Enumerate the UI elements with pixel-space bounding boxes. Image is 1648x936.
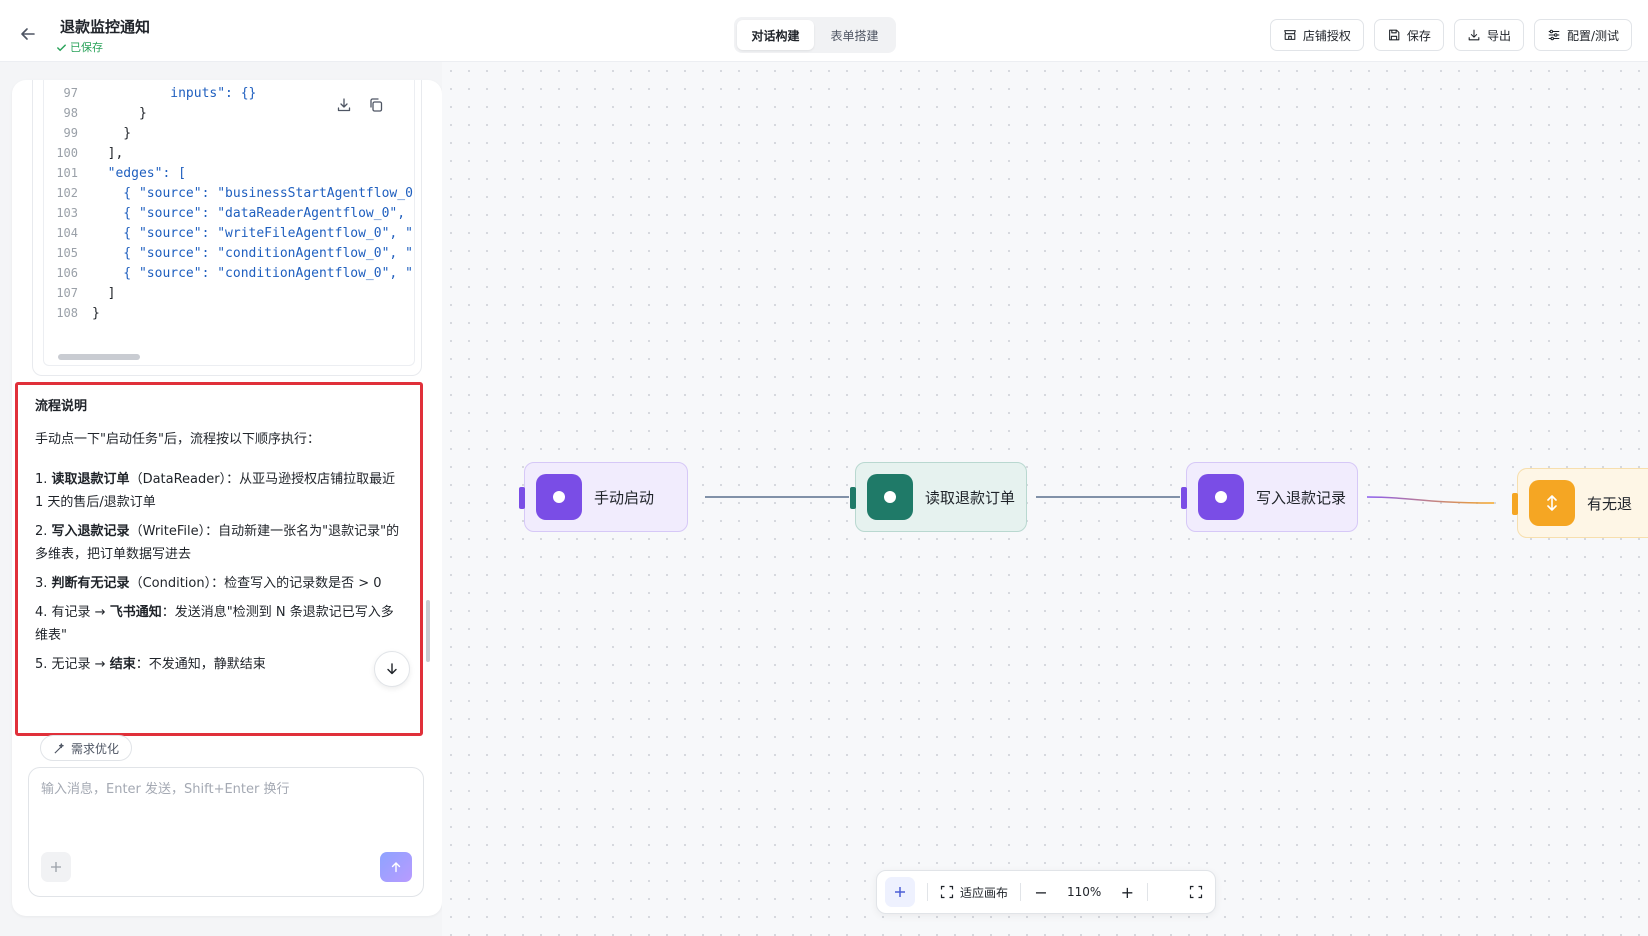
check-icon	[57, 43, 66, 51]
node-has-records-condition[interactable]: 有无退	[1512, 468, 1648, 538]
code-horizontal-scrollbar[interactable]	[58, 354, 140, 360]
node-manual-start[interactable]: 手动启动	[519, 462, 688, 532]
chat-panel: 97 inputs": {} 98 } 99 } 100 ], 101 "edg…	[12, 80, 442, 916]
zoom-out-button[interactable]: −	[1033, 883, 1049, 902]
node-label: 读取退款订单	[925, 488, 1016, 507]
write-dot-icon	[1198, 474, 1244, 520]
canvas-toolbar: 适应画布 − 110% +	[876, 870, 1216, 914]
code-line: 104 { "source": "writeFileAgentflow_0", …	[56, 226, 415, 241]
mode-tabs: 对话构建 表单搭建	[734, 17, 896, 53]
explanation-step: 5. 无记录 → 结束：不发通知，静默结束	[35, 657, 266, 672]
node-label: 有无退	[1587, 494, 1633, 513]
code-download-icon[interactable]	[333, 94, 355, 116]
code-line: 106 { "source": "conditionAgentflow_0", …	[56, 266, 415, 281]
code-copy-icon[interactable]	[365, 94, 387, 116]
node-input-port[interactable]	[519, 487, 525, 509]
code-line: 97 inputs": {}	[63, 86, 257, 101]
magic-wand-icon	[54, 742, 64, 754]
code-tools	[333, 94, 387, 116]
code-line: 98 }	[63, 106, 147, 121]
store-auth-label: 店铺授权	[1302, 28, 1351, 43]
config-test-button[interactable]: 配置/测试	[1533, 19, 1632, 51]
fit-canvas-label: 适应画布	[960, 885, 1009, 900]
flow-explanation: 流程说明 手动点一下"启动任务"后，流程按以下顺序执行： 1. 读取退款订单（D…	[15, 382, 423, 736]
code-line: 103 { "source": "dataReaderAgentflow_0",…	[56, 206, 415, 221]
saved-status: 已保存	[56, 39, 103, 55]
send-button[interactable]	[380, 852, 412, 882]
explanation-step: 2. 写入退款记录（WriteFile）：自动新建一张名为"退款记录"的多维表，…	[35, 524, 400, 562]
code-line: 102 { "source": "businessStartAgentflow_…	[56, 186, 415, 201]
export-label: 导出	[1486, 28, 1511, 43]
data-dot-icon	[867, 474, 913, 520]
edge-write-to-condition	[1366, 496, 1495, 504]
divider	[927, 883, 928, 901]
code-line: 105 { "source": "conditionAgentflow_0", …	[56, 246, 415, 261]
message-composer	[28, 767, 424, 897]
scroll-to-bottom-button[interactable]	[374, 651, 410, 687]
condition-icon	[1529, 480, 1575, 526]
fit-canvas-button[interactable]: 适应画布	[940, 884, 1008, 901]
code-line: 101 "edges": [	[56, 166, 186, 181]
saved-status-label: 已保存	[70, 41, 103, 54]
code-viewer[interactable]: 97 inputs": {} 98 } 99 } 100 ], 101 "edg…	[43, 80, 415, 366]
store-icon	[1284, 30, 1296, 40]
export-button[interactable]: 导出	[1453, 19, 1524, 51]
code-block: 97 inputs": {} 98 } 99 } 100 ], 101 "edg…	[32, 80, 422, 376]
message-input[interactable]	[41, 778, 411, 838]
code-line: 99 }	[63, 126, 132, 141]
tab-dialog-build[interactable]: 对话构建	[737, 20, 814, 50]
add-node-button[interactable]	[885, 877, 915, 907]
zoom-level: 110%	[1067, 885, 1102, 899]
save-label: 保存	[1406, 28, 1431, 43]
save-button[interactable]: 保存	[1373, 19, 1444, 51]
back-arrow-icon[interactable]	[18, 24, 38, 44]
node-read-refund-orders[interactable]: 读取退款订单	[850, 462, 1027, 532]
play-dot-icon	[536, 474, 582, 520]
flow-canvas[interactable]: 手动启动 读取退款订单 写入退款记录 有无退	[442, 62, 1648, 936]
explanation-intro: 手动点一下"启动任务"后，流程按以下顺序执行：	[35, 432, 320, 447]
chip-label: 需求优化	[71, 741, 120, 756]
code-line: 107 ]	[56, 286, 116, 301]
explanation-step: 1. 读取退款订单（DataReader）：从亚马逊授权店铺拉取最近 1 天的售…	[35, 472, 396, 510]
arrow-down-icon	[387, 663, 397, 675]
node-input-port[interactable]	[1512, 493, 1518, 515]
divider	[1020, 883, 1022, 901]
explanation-heading: 流程说明	[35, 399, 88, 414]
add-attachment-button[interactable]	[41, 852, 71, 882]
header-actions: 店铺授权 保存 导出 配置/测试	[1269, 19, 1632, 51]
divider	[1147, 883, 1149, 901]
arrow-up-icon	[391, 862, 401, 873]
store-auth-button[interactable]: 店铺授权	[1269, 19, 1364, 51]
plus-icon	[51, 862, 61, 872]
explanation-step: 4. 有记录 → 飞书通知：发送消息"检测到 N 条退款记已写入多维表"	[35, 605, 394, 643]
requirement-optimize-chip[interactable]: 需求优化	[40, 735, 133, 761]
zoom-in-button[interactable]: +	[1119, 883, 1135, 902]
explanation-step: 3. 判断有无记录（Condition）：检查写入的记录数是否 > 0	[35, 576, 382, 591]
node-write-refund-records[interactable]: 写入退款记录	[1181, 462, 1358, 532]
fullscreen-icon[interactable]	[1189, 885, 1203, 899]
zoom-controls: − 110% +	[1033, 883, 1135, 902]
page-title: 退款监控通知	[60, 18, 151, 36]
tab-form-build[interactable]: 表单搭建	[816, 20, 893, 50]
node-label: 写入退款记录	[1256, 488, 1347, 507]
fit-screen-icon	[940, 885, 954, 899]
chat-vertical-scrollbar[interactable]	[426, 600, 430, 662]
code-line: 108}	[56, 306, 100, 321]
plus-icon	[895, 887, 905, 897]
save-icon	[1389, 29, 1400, 41]
sliders-icon	[1548, 29, 1560, 41]
top-header: 退款监控通知 已保存 对话构建 表单搭建 店铺授权 保存 导出 配置/测试	[0, 0, 1648, 62]
config-test-label: 配置/测试	[1566, 28, 1619, 43]
node-label: 手动启动	[594, 488, 655, 507]
node-input-port[interactable]	[1181, 487, 1187, 509]
code-line: 100 ],	[56, 146, 124, 161]
node-input-port[interactable]	[850, 487, 856, 509]
download-icon	[1468, 29, 1480, 41]
